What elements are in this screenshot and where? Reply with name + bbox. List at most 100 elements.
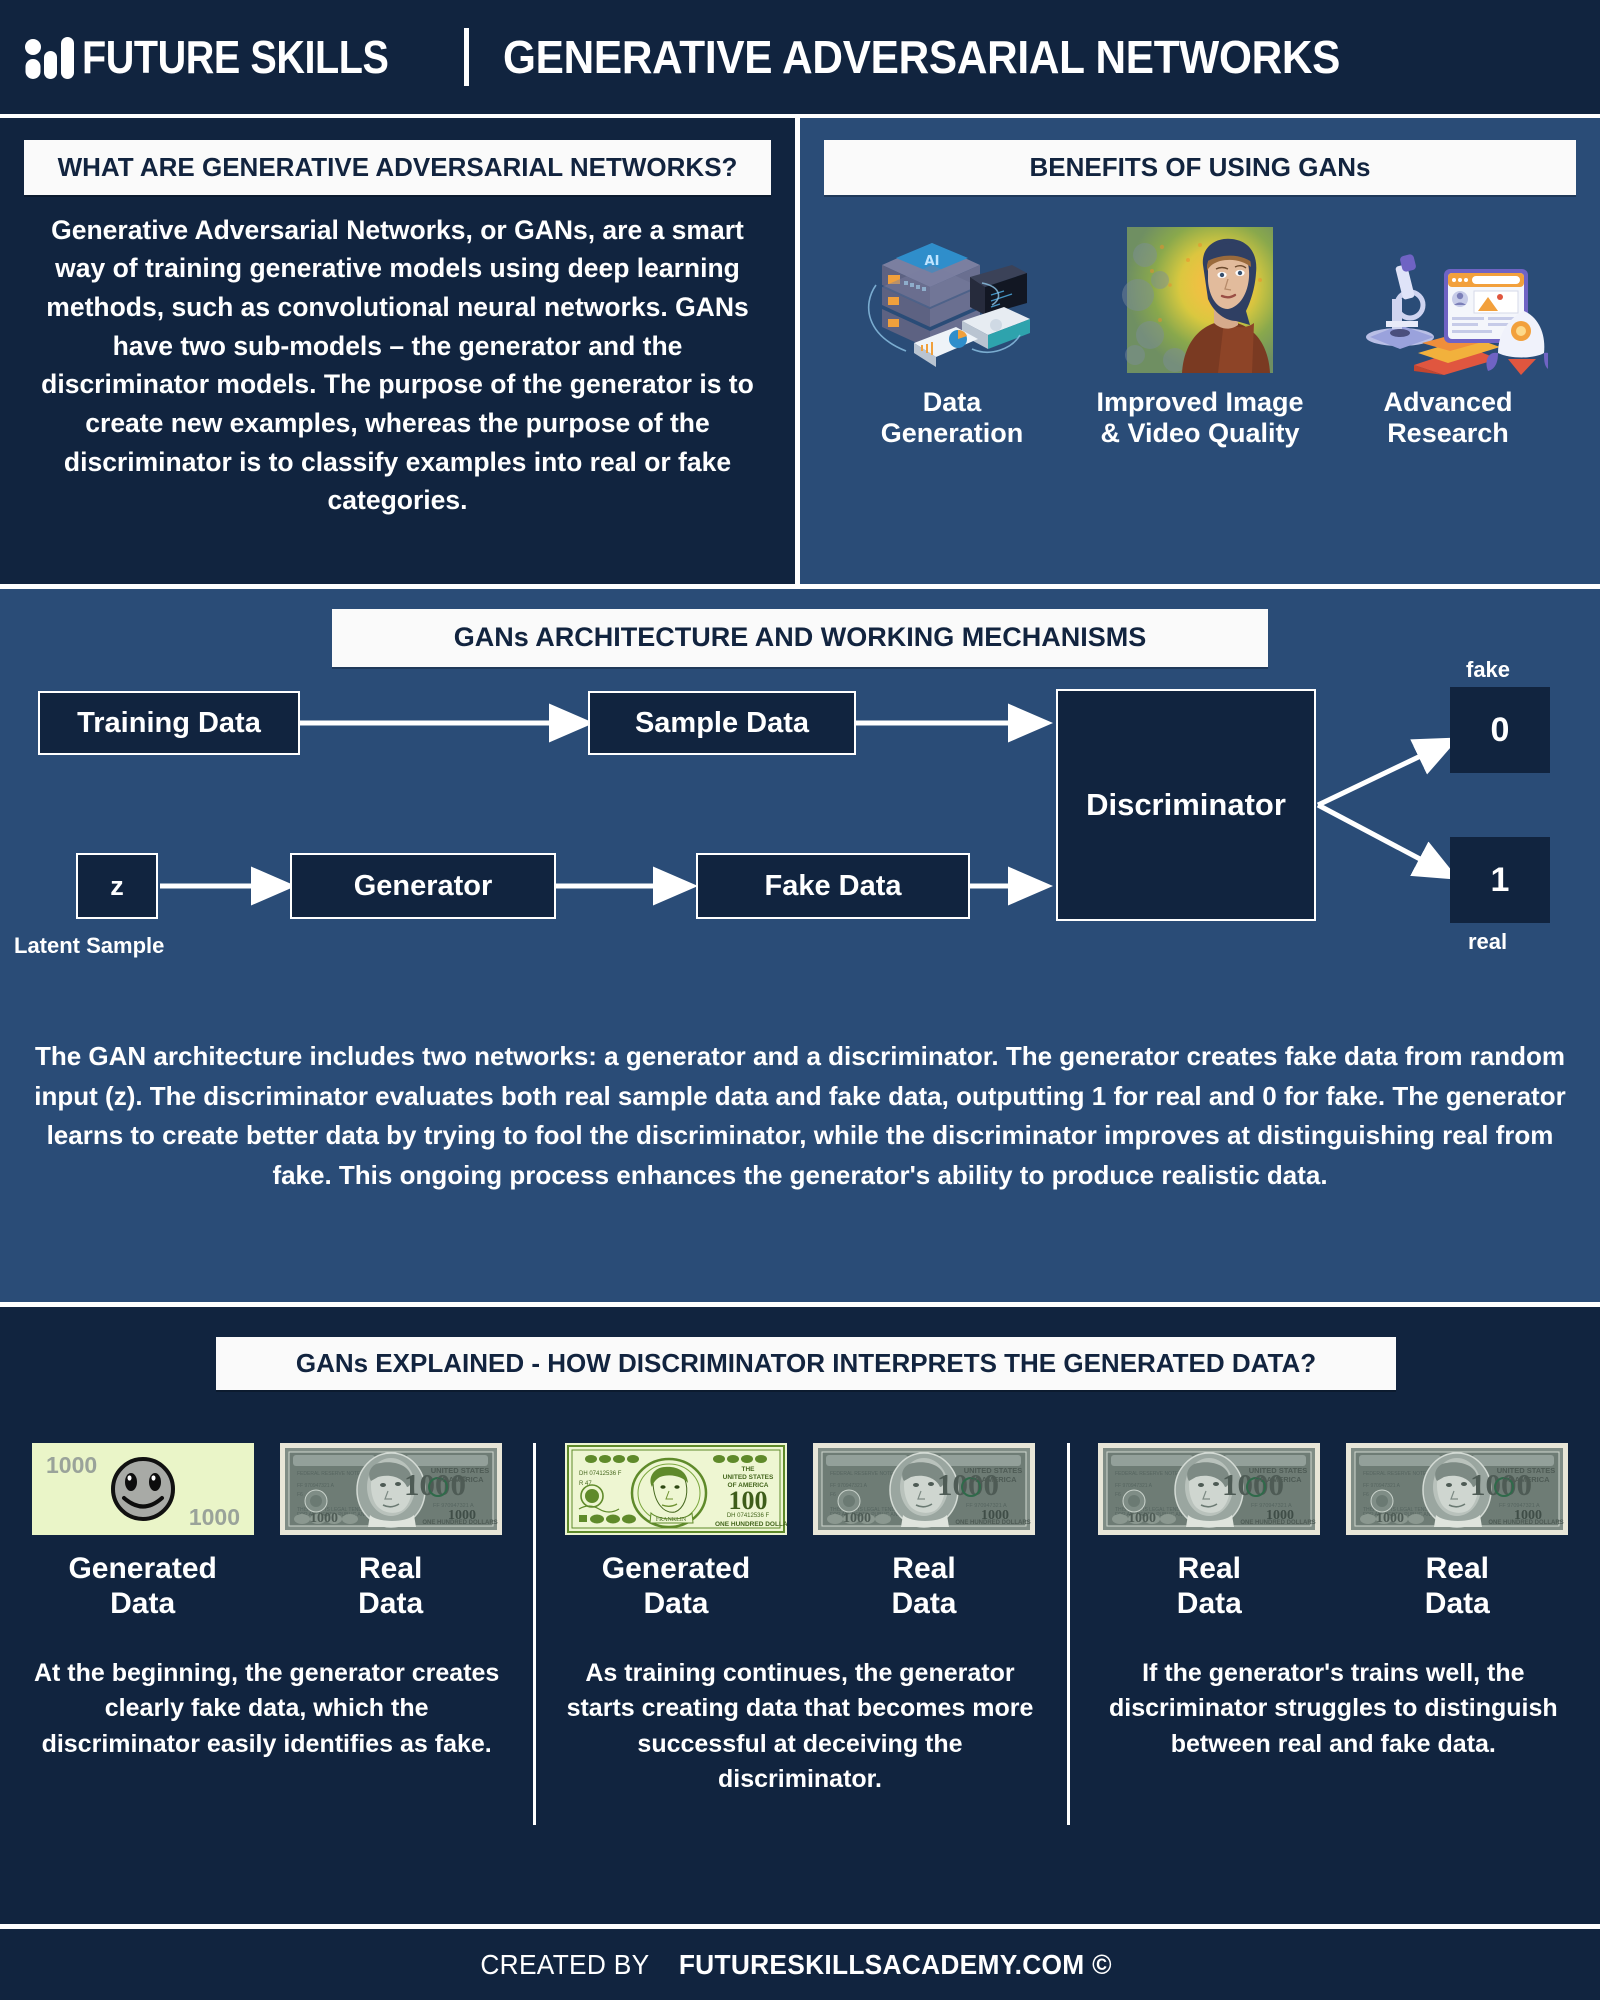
bill-label-line-2: Data <box>1424 1587 1490 1621</box>
page-footer: CREATED BY FUTURESKILLSACADEMY.COM © <box>0 1924 1600 2000</box>
generated-banknote-green-icon: DH 07412536 F R 47 FRANKLIN THE UNITED S… <box>564 1443 787 1535</box>
bill-row: DH 07412536 F R 47 FRANKLIN THE UNITED S… <box>555 1443 1044 1535</box>
svg-text:FEDERAL RESERVE NOTE: FEDERAL RESERVE NOTE <box>1363 1471 1427 1477</box>
column-caption: If the generator's trains well, the disc… <box>1108 1658 1558 1758</box>
benefit-item-advanced-research: Advanced Research <box>1324 225 1572 451</box>
explained-column-3: FEDERAL RESERVE NOTE FF 970947321 A F6 T… <box>1066 1443 1600 1913</box>
benefit-item-data-generation: AI Data Generation <box>828 225 1076 451</box>
bill-label-right: Real Data <box>813 1551 1035 1622</box>
benefit-label-line-2: Research <box>1387 418 1509 449</box>
infographic-page: FUTURE SKILLS GENERATIVE ADVERSARIAL NET… <box>0 0 1600 2000</box>
footer-created-by: CREATED BY <box>480 1948 650 1980</box>
svg-text:1000: 1000 <box>310 1511 338 1526</box>
explained-section: GANs EXPLAINED - HOW DISCRIMINATOR INTER… <box>0 1302 1600 1924</box>
real-banknote-icon: FEDERAL RESERVE NOTE FF 970947321 A F6 T… <box>279 1443 502 1535</box>
footer-site: FUTURESKILLSACADEMY.COM © <box>678 1948 1112 1980</box>
what-are-gans-body: Generative Adversarial Networks, or GANs… <box>41 214 754 516</box>
svg-text:F6: F6 <box>297 1492 303 1498</box>
benefit-label-image-quality: Improved Image & Video Quality <box>1096 387 1303 451</box>
node-sample-data: Sample Data <box>588 691 856 755</box>
explained-heading: GANs EXPLAINED - HOW DISCRIMINATOR INTER… <box>216 1337 1396 1390</box>
svg-text:1000: 1000 <box>1128 1511 1156 1526</box>
svg-text:FF 970947321 A: FF 970947321 A <box>1363 1483 1401 1489</box>
benefit-label-line-1: Advanced <box>1383 386 1513 417</box>
output-fake-value: 0 <box>1450 687 1550 773</box>
bill-labels: Generated Data Real Data <box>22 1551 511 1622</box>
explained-column-2: DH 07412536 F R 47 FRANKLIN THE UNITED S… <box>533 1443 1066 1913</box>
label-latent-sample: Latent Sample <box>14 933 165 958</box>
svg-text:FF 970947321 A: FF 970947321 A <box>297 1483 335 1489</box>
svg-text:ONE HUNDRED DOLLARS: ONE HUNDRED DOLLARS <box>1241 1520 1316 1526</box>
explained-columns: 1000 1000 FEDERAL RESERVE NOTE FF 970947… <box>0 1443 1600 1913</box>
svg-text:1000: 1000 <box>46 1452 97 1478</box>
benefit-label-advanced-research: Advanced Research <box>1383 387 1512 451</box>
svg-text:OF AMERICA: OF AMERICA <box>1503 1475 1551 1484</box>
top-row: WHAT ARE GENERATIVE ADVERSARIAL NETWORKS… <box>0 118 1600 584</box>
architecture-diagram: Training Data Sample Data z Latent Sampl… <box>0 657 1600 1021</box>
label-output-fake: fake <box>1466 657 1511 682</box>
architecture-caption: The GAN architecture includes two networ… <box>34 1041 1566 1190</box>
benefit-label-line-1: Improved Image <box>1096 386 1304 417</box>
svg-text:1000: 1000 <box>188 1504 239 1530</box>
output-real-value: 1 <box>1450 837 1550 923</box>
bill-label-line-2: Data <box>1176 1587 1242 1621</box>
bill-label-line-1: Real <box>358 1552 423 1585</box>
real-banknote-icon: FEDERAL RESERVE NOTE FF 970947321 A F6 T… <box>812 1443 1035 1535</box>
svg-text:UNITED STATES: UNITED STATES <box>430 1466 488 1475</box>
svg-text:OF AMERICA: OF AMERICA <box>969 1475 1017 1484</box>
svg-text:UNITED STATES: UNITED STATES <box>1497 1466 1555 1475</box>
benefit-item-image-quality: Improved Image & Video Quality <box>1076 225 1324 451</box>
label-output-real: real <box>1468 929 1508 954</box>
svg-text:1000: 1000 <box>843 1511 871 1526</box>
svg-text:UNITED STATES: UNITED STATES <box>964 1466 1022 1475</box>
bill-label-right: Real Data <box>1346 1551 1568 1622</box>
page-header: FUTURE SKILLS GENERATIVE ADVERSARIAL NET… <box>0 0 1600 118</box>
svg-text:ONE HUNDRED DOLLARS: ONE HUNDRED DOLLARS <box>715 1521 787 1528</box>
svg-text:F6: F6 <box>1115 1492 1121 1498</box>
what-are-gans-panel: WHAT ARE GENERATIVE ADVERSARIAL NETWORKS… <box>0 118 800 584</box>
microscope-books-rocket-icon <box>1366 253 1548 375</box>
page-title: GENERATIVE ADVERSARIAL NETWORKS <box>503 31 1341 83</box>
fake-banknote-smiley-icon: 1000 1000 <box>31 1443 254 1535</box>
real-banknote-icon: FEDERAL RESERVE NOTE FF 970947321 A F6 T… <box>1346 1443 1569 1535</box>
svg-text:FEDERAL RESERVE NOTE: FEDERAL RESERVE NOTE <box>297 1471 361 1477</box>
bill-label-line-1: Real <box>1177 1552 1241 1585</box>
svg-text:DH 07412536 F: DH 07412536 F <box>579 1471 622 1477</box>
ai-generated-portrait-icon <box>1122 226 1273 373</box>
bill-label-line-2: Data <box>358 1587 424 1621</box>
svg-text:FRANKLIN: FRANKLIN <box>656 1517 687 1523</box>
benefit-label-line-1: Data <box>922 386 982 417</box>
bill-label-left: Generated Data <box>32 1551 254 1622</box>
svg-text:ONE HUNDRED DOLLARS: ONE HUNDRED DOLLARS <box>955 1520 1030 1526</box>
svg-text:THE: THE <box>741 1466 755 1473</box>
bill-row: FEDERAL RESERVE NOTE FF 970947321 A F6 T… <box>1089 1443 1578 1535</box>
what-are-gans-heading: WHAT ARE GENERATIVE ADVERSARIAL NETWORKS… <box>24 140 771 195</box>
node-latent-z: z <box>76 853 158 919</box>
bill-label-left: Generated Data <box>565 1551 787 1622</box>
benefit-label-line-2: & Video Quality <box>1100 418 1300 449</box>
svg-text:OF AMERICA: OF AMERICA <box>1255 1475 1303 1484</box>
bill-label-line-1: Real <box>1425 1552 1489 1585</box>
architecture-heading: GANs ARCHITECTURE AND WORKING MECHANISMS <box>332 609 1268 667</box>
svg-text:100: 100 <box>728 1486 767 1515</box>
svg-text:FF 970947321 A: FF 970947321 A <box>1115 1483 1153 1489</box>
node-training-data: Training Data <box>38 691 300 755</box>
svg-text:1000: 1000 <box>1376 1511 1404 1526</box>
explained-column-1: 1000 1000 FEDERAL RESERVE NOTE FF 970947… <box>0 1443 533 1913</box>
node-generator: Generator <box>290 853 556 919</box>
header-divider <box>464 28 470 86</box>
server-laptop-analytics-icon: AI <box>867 242 1030 367</box>
architecture-section: GANs ARCHITECTURE AND WORKING MECHANISMS <box>0 584 1600 1302</box>
svg-text:DH 07412536 F: DH 07412536 F <box>727 1513 770 1519</box>
bill-label-line-1: Generated <box>601 1552 751 1585</box>
bill-label-right: Real Data <box>280 1551 502 1622</box>
real-banknote-icon: FEDERAL RESERVE NOTE FF 970947321 A F6 T… <box>1098 1443 1321 1535</box>
node-discriminator: Discriminator <box>1056 689 1316 921</box>
svg-text:FEDERAL RESERVE NOTE: FEDERAL RESERVE NOTE <box>830 1471 894 1477</box>
svg-text:F6: F6 <box>830 1492 836 1498</box>
bill-label-left: Real Data <box>1098 1551 1320 1622</box>
bill-label-line-1: Generated <box>68 1552 217 1585</box>
benefits-panel: BENEFITS OF USING GANs AI Data Generatio… <box>800 118 1600 584</box>
svg-text:F6: F6 <box>1363 1492 1369 1498</box>
benefits-grid: AI Data Generation Improved Image & Vide… <box>824 207 1576 451</box>
